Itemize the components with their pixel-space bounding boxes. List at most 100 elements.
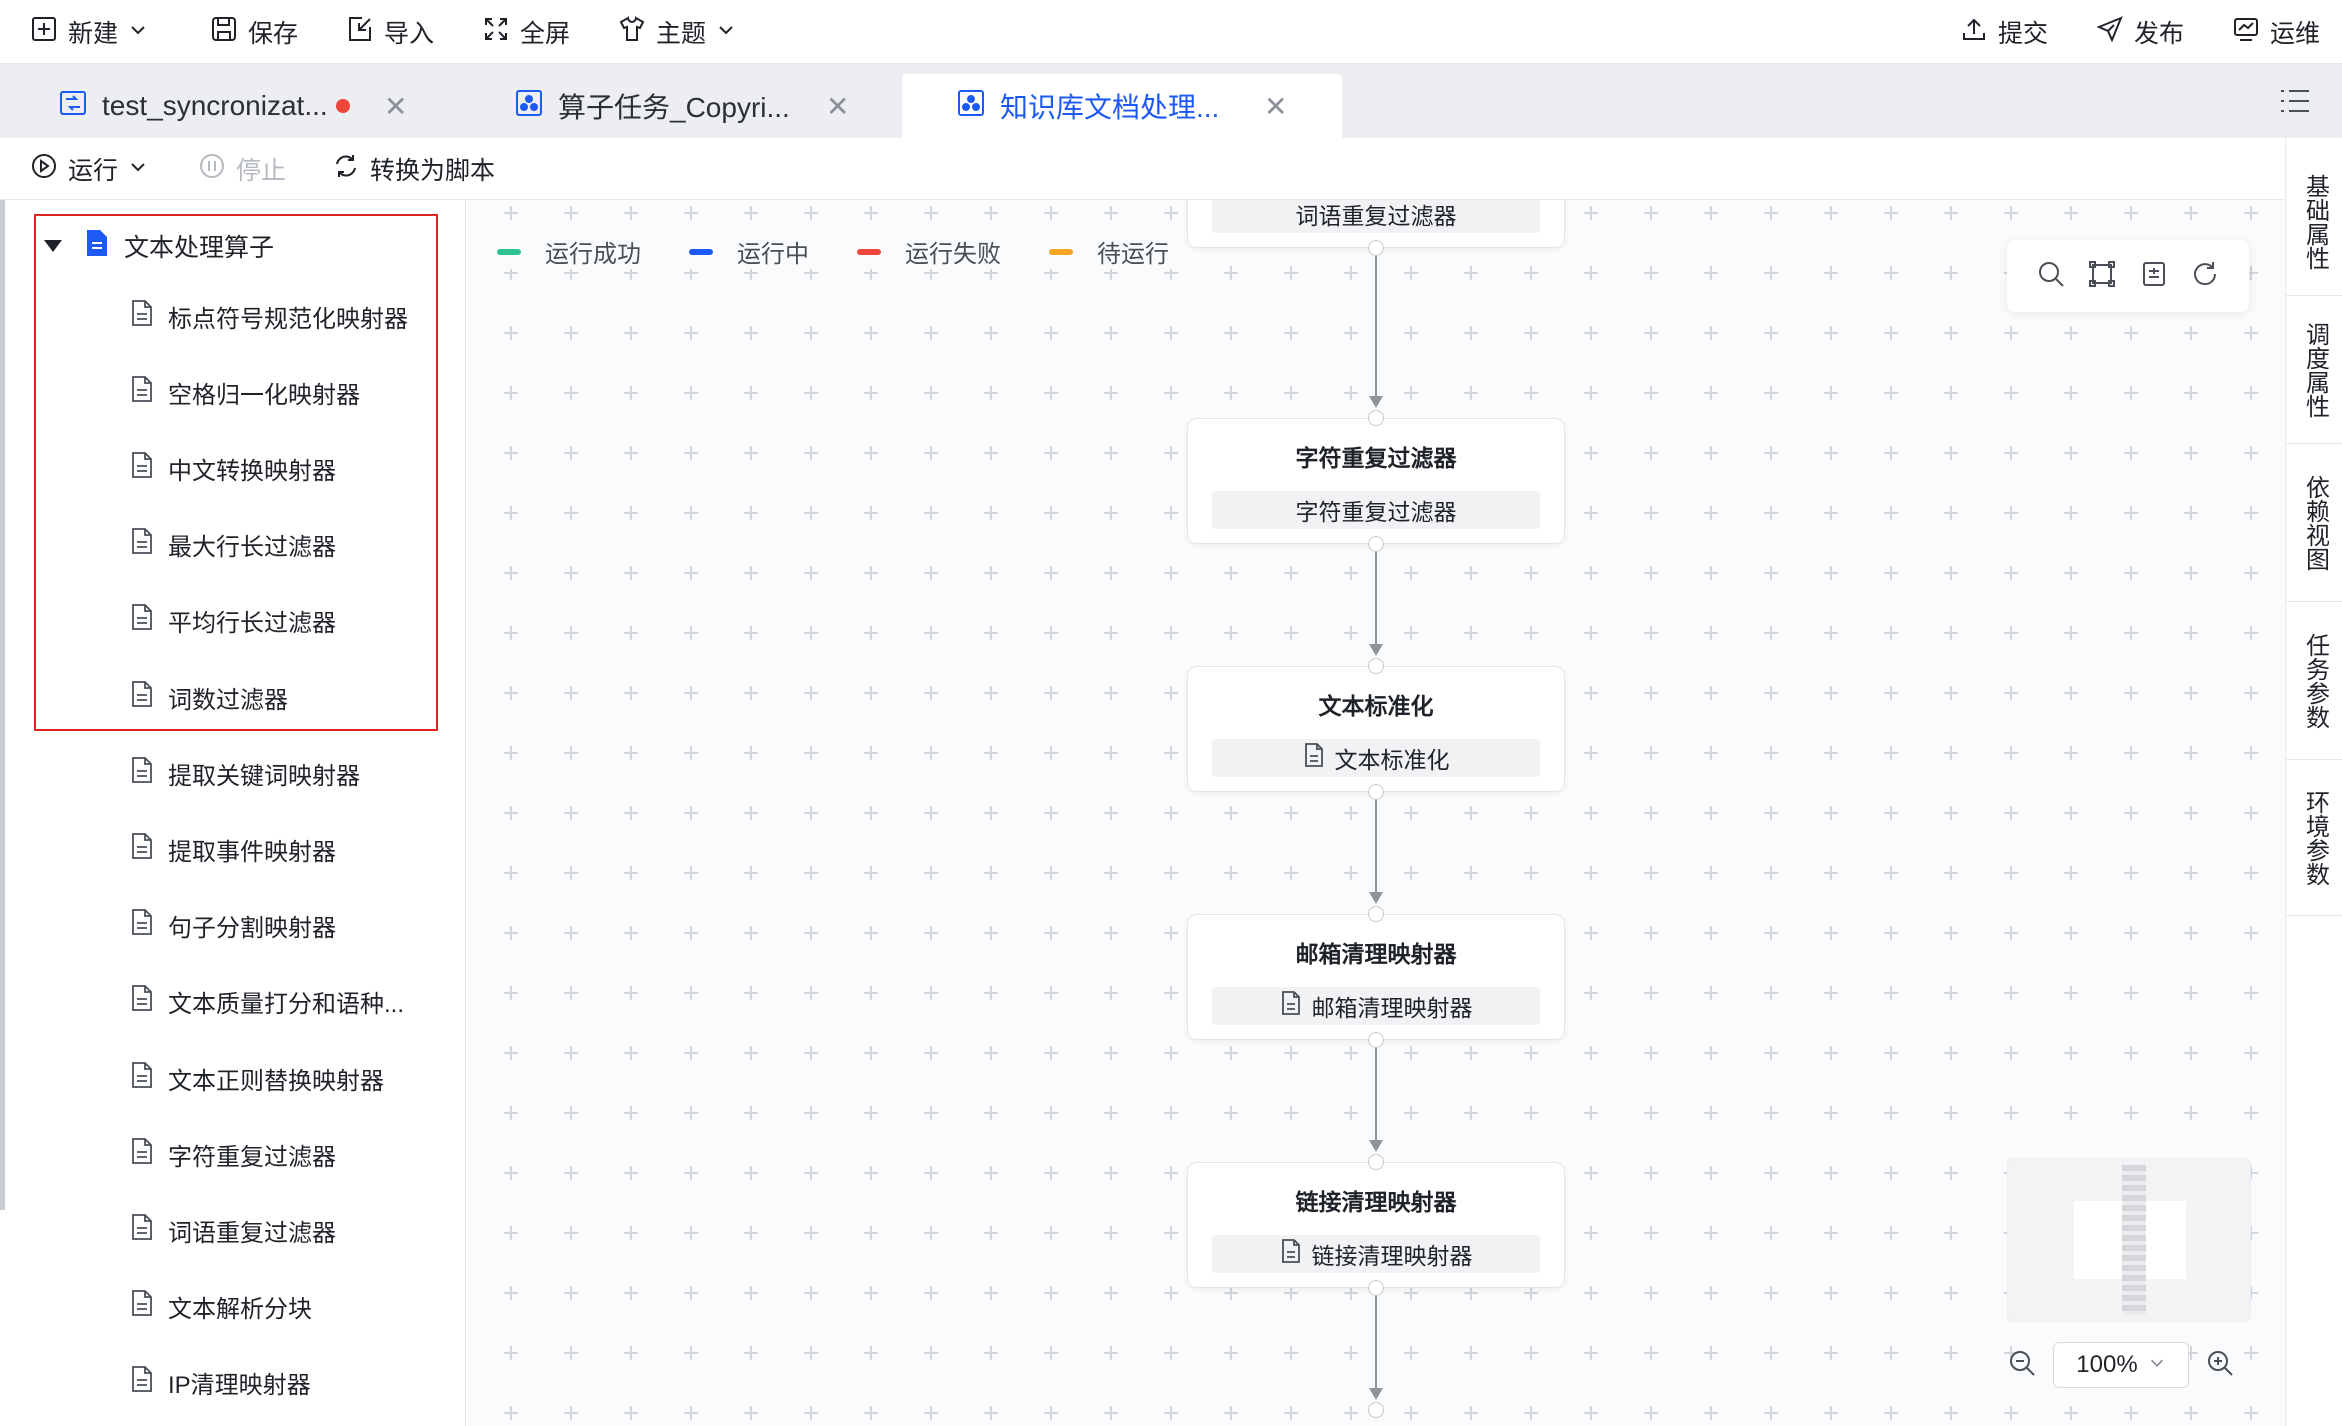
tree-root-label: 文本处理算子 (124, 234, 275, 262)
save-button[interactable]: 保存 (210, 14, 298, 50)
grid-plus-mark (924, 1106, 938, 1120)
zoom-level-select[interactable]: 100% (2053, 1342, 2189, 1388)
tree-item[interactable]: 空格归一化映射器 (130, 372, 360, 412)
submit-button[interactable]: 提交 (1960, 14, 2048, 50)
tab-operator-task[interactable]: 算子任务_Copyri... ✕ (514, 74, 854, 138)
node-input-port[interactable] (1368, 410, 1384, 426)
zoom-out-icon[interactable] (2007, 1348, 2037, 1383)
tab-basic-properties[interactable]: 基础属性 (2286, 148, 2342, 296)
grid-plus-mark (1164, 386, 1178, 400)
tab-label: 算子任务_Copyri... (558, 92, 790, 123)
tab-test-syncronization[interactable]: test_syncronizat... ✕ (58, 74, 428, 138)
caret-down-icon[interactable] (44, 240, 62, 252)
grid-plus-mark (864, 1106, 878, 1120)
tab-env-params[interactable]: 环境参数 (2286, 760, 2342, 916)
tree-item[interactable]: 提取事件映射器 (130, 829, 336, 869)
node-input-port[interactable] (1368, 658, 1384, 674)
flow-canvas[interactable]: 运行成功 运行中 运行失败 待运行 词语重复过滤器词语重复过滤器字符重复过滤器字… (467, 200, 2285, 1426)
close-icon[interactable]: ✕ (826, 90, 849, 123)
grid-plus-mark (1224, 386, 1238, 400)
tab-schedule-properties[interactable]: 调度属性 (2286, 296, 2342, 444)
tree-item[interactable]: IP清理映射器 (130, 1363, 311, 1403)
grid-plus-mark (744, 986, 758, 1000)
flow-edge[interactable] (1375, 256, 1377, 402)
publish-button[interactable]: 发布 (2096, 14, 2184, 50)
search-icon[interactable] (2036, 259, 2066, 294)
node-output-port[interactable] (1368, 1280, 1384, 1296)
flow-node[interactable]: 邮箱清理映射器 邮箱清理映射器 (1187, 914, 1565, 1040)
convert-to-script-button[interactable]: 转换为脚本 (332, 152, 495, 186)
tree-item[interactable]: 文本解析分块 (130, 1287, 312, 1327)
node-output-port[interactable] (1368, 536, 1384, 552)
grid-plus-mark (1344, 566, 1358, 580)
stop-button[interactable]: 停止 (198, 152, 286, 186)
fullscreen-button[interactable]: 全屏 (482, 14, 570, 50)
tree-item[interactable]: 最大行长过滤器 (130, 525, 336, 565)
grid-plus-mark (1644, 386, 1658, 400)
scrollbar[interactable] (0, 200, 5, 1210)
layout-icon[interactable] (2139, 259, 2169, 294)
grid-plus-mark (1944, 1346, 1958, 1360)
node-output-port[interactable] (1368, 784, 1384, 800)
node-input-port[interactable] (1368, 1154, 1384, 1170)
tree-root-text-operators[interactable]: 文本处理算子 (44, 226, 274, 266)
tree-item[interactable]: 句子分割映射器 (130, 906, 336, 946)
flow-node[interactable]: 字符重复过滤器 字符重复过滤器 (1187, 418, 1565, 544)
tree-item[interactable]: 提取关键词映射器 (130, 753, 360, 793)
tree-item[interactable]: 词语重复过滤器 (130, 1210, 336, 1250)
close-icon[interactable]: ✕ (1264, 90, 1287, 123)
grid-plus-mark (2064, 1406, 2078, 1420)
node-input-port[interactable] (1368, 906, 1384, 922)
document-icon (1303, 742, 1335, 774)
node-input-port[interactable] (1368, 1402, 1384, 1418)
grid-plus-mark (1104, 386, 1118, 400)
tab-knowledge-doc-processing[interactable]: 知识库文档处理... ✕ (902, 74, 1342, 138)
legend-label: 待运行 (1097, 241, 1169, 268)
grid-plus-mark (1704, 566, 1718, 580)
tab-dependency-view[interactable]: 依赖视图 (2286, 444, 2342, 602)
node-output-port[interactable] (1368, 240, 1384, 256)
list-menu-icon[interactable] (2278, 86, 2312, 116)
tree-item[interactable]: 文本质量打分和语种... (130, 982, 404, 1022)
grid-plus-mark (984, 626, 998, 640)
flow-edge[interactable] (1375, 1296, 1377, 1394)
grid-plus-mark (804, 806, 818, 820)
refresh-icon[interactable] (2190, 259, 2220, 294)
grid-plus-mark (1104, 1046, 1118, 1060)
operator-icon (514, 88, 558, 125)
document-icon (130, 1365, 168, 1400)
grid-plus-mark (1164, 1346, 1178, 1360)
grid-plus-mark (744, 1346, 758, 1360)
close-icon[interactable]: ✕ (384, 90, 407, 123)
tree-item[interactable]: 文本正则替换映射器 (130, 1058, 384, 1098)
zoom-in-icon[interactable] (2205, 1348, 2235, 1383)
tree-item[interactable]: 字符重复过滤器 (130, 1134, 336, 1174)
ops-button[interactable]: 运维 (2232, 14, 2320, 50)
grid-plus-mark (2184, 806, 2198, 820)
grid-plus-mark (2004, 446, 2018, 460)
flow-edge[interactable] (1375, 552, 1377, 650)
tab-task-params[interactable]: 任务参数 (2286, 602, 2342, 760)
flow-edge[interactable] (1375, 1048, 1377, 1146)
grid-plus-mark (804, 386, 818, 400)
theme-button[interactable]: 主题 (618, 14, 736, 50)
fit-view-icon[interactable] (2087, 259, 2117, 294)
grid-plus-mark (1404, 1346, 1418, 1360)
tree-item[interactable]: 词数过滤器 (130, 677, 288, 717)
grid-plus-mark (804, 1226, 818, 1240)
grid-plus-mark (1464, 266, 1478, 280)
flow-node[interactable]: 文本标准化 文本标准化 (1187, 666, 1565, 792)
flow-node[interactable]: 链接清理映射器 链接清理映射器 (1187, 1162, 1565, 1288)
flow-edge[interactable] (1375, 800, 1377, 898)
import-button[interactable]: 导入 (346, 14, 434, 50)
document-icon (130, 1289, 168, 1324)
node-output-port[interactable] (1368, 1032, 1384, 1048)
run-button[interactable]: 运行 (30, 152, 148, 186)
grid-plus-mark (2184, 386, 2198, 400)
new-button[interactable]: 新建 (30, 14, 148, 50)
minimap[interactable] (2007, 1158, 2251, 1322)
grid-plus-mark (1164, 1166, 1178, 1180)
tree-item[interactable]: 标点符号规范化映射器 (130, 296, 408, 336)
tree-item[interactable]: 中文转换映射器 (130, 448, 336, 488)
tree-item[interactable]: 平均行长过滤器 (130, 601, 336, 641)
